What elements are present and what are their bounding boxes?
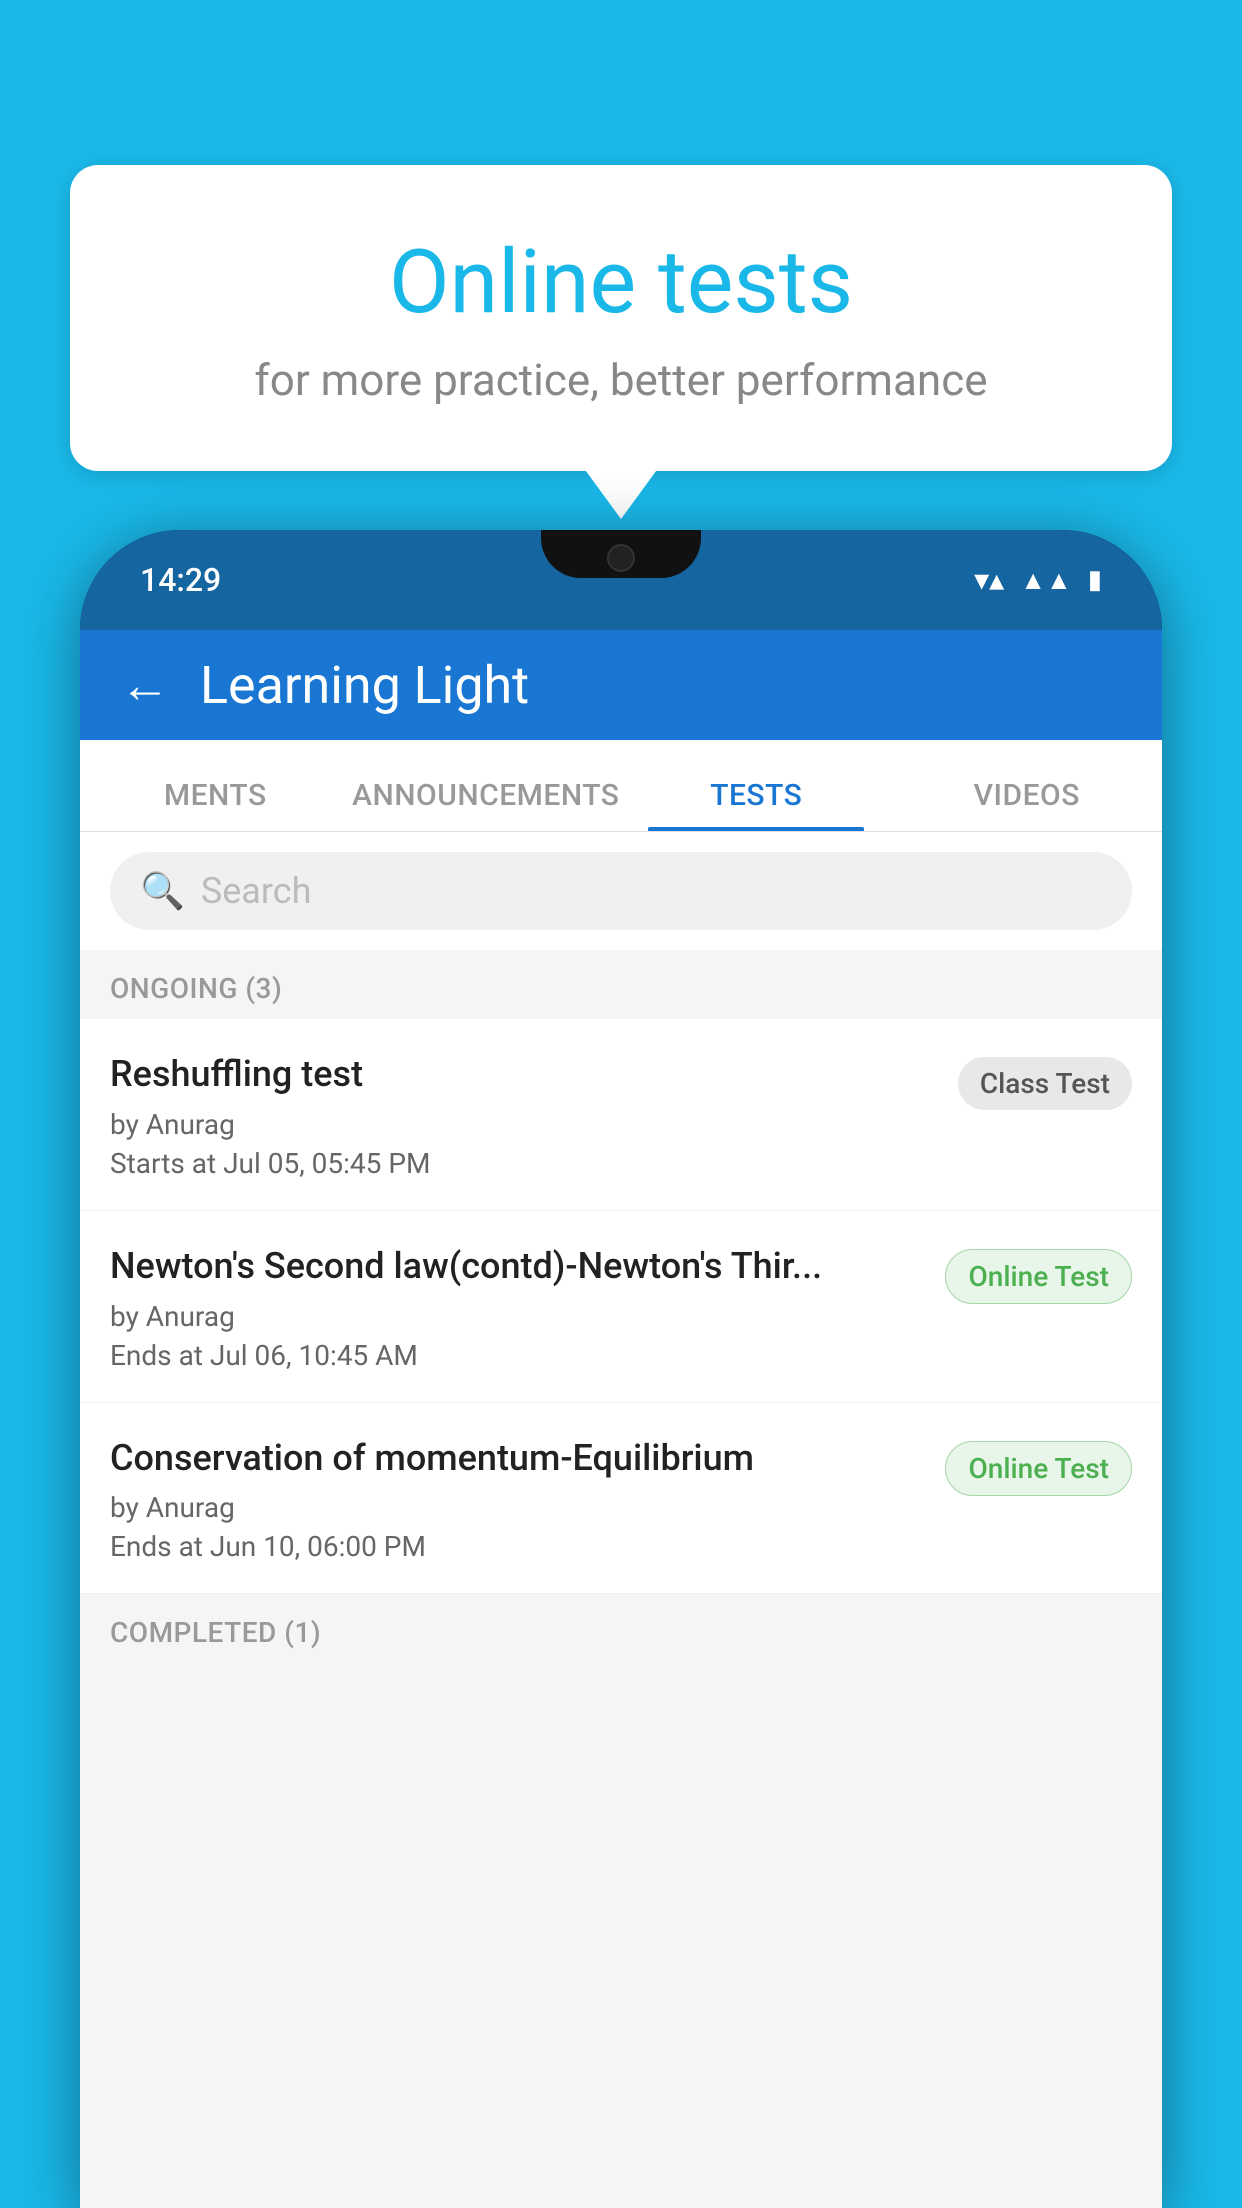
speech-bubble-container: Online tests for more practice, better p… bbox=[70, 165, 1172, 471]
completed-section-header: COMPLETED (1) bbox=[80, 1594, 1162, 1663]
phone-frame: 14:29 ▾▴ ▲▲ ▮ ← Learning Light MENTS ANN… bbox=[80, 530, 1162, 2208]
ongoing-section-header: ONGOING (3) bbox=[80, 950, 1162, 1019]
test-list: Reshuffling test by Anurag Starts at Jul… bbox=[80, 1019, 1162, 1594]
test-time: Ends at Jun 10, 06:00 PM bbox=[110, 1530, 925, 1563]
app-title: Learning Light bbox=[200, 655, 529, 716]
tab-tests[interactable]: TESTS bbox=[621, 778, 892, 831]
test-time: Starts at Jul 05, 05:45 PM bbox=[110, 1147, 938, 1180]
test-item[interactable]: Conservation of momentum-Equilibrium by … bbox=[80, 1403, 1162, 1595]
bubble-subtitle: for more practice, better performance bbox=[130, 354, 1112, 406]
speech-bubble: Online tests for more practice, better p… bbox=[70, 165, 1172, 471]
search-container: 🔍 Search bbox=[80, 832, 1162, 950]
signal-icon: ▲▲ bbox=[1020, 565, 1071, 596]
test-item[interactable]: Newton's Second law(contd)-Newton's Thir… bbox=[80, 1211, 1162, 1403]
camera bbox=[607, 544, 635, 572]
test-info: Reshuffling test by Anurag Starts at Jul… bbox=[110, 1051, 938, 1180]
test-info: Newton's Second law(contd)-Newton's Thir… bbox=[110, 1243, 925, 1372]
test-info: Conservation of momentum-Equilibrium by … bbox=[110, 1435, 925, 1564]
ongoing-title: ONGOING (3) bbox=[110, 972, 282, 1005]
test-badge-online: Online Test bbox=[945, 1249, 1132, 1304]
status-time: 14:29 bbox=[140, 561, 221, 599]
test-badge-class: Class Test bbox=[958, 1057, 1132, 1110]
test-name: Newton's Second law(contd)-Newton's Thir… bbox=[110, 1243, 925, 1290]
phone-notch bbox=[541, 530, 701, 578]
status-icons: ▾▴ ▲▲ ▮ bbox=[974, 563, 1102, 598]
test-author: by Anurag bbox=[110, 1108, 938, 1141]
tab-videos[interactable]: VIDEOS bbox=[892, 778, 1163, 831]
test-author: by Anurag bbox=[110, 1300, 925, 1333]
tab-announcements[interactable]: ANNOUNCEMENTS bbox=[351, 778, 622, 831]
test-badge-online: Online Test bbox=[945, 1441, 1132, 1496]
tabs-bar: MENTS ANNOUNCEMENTS TESTS VIDEOS bbox=[80, 740, 1162, 832]
test-item[interactable]: Reshuffling test by Anurag Starts at Jul… bbox=[80, 1019, 1162, 1211]
test-time: Ends at Jul 06, 10:45 AM bbox=[110, 1339, 925, 1372]
app-header: ← Learning Light bbox=[80, 630, 1162, 740]
test-author: by Anurag bbox=[110, 1491, 925, 1524]
bubble-title: Online tests bbox=[130, 235, 1112, 332]
test-name: Reshuffling test bbox=[110, 1051, 938, 1098]
completed-title: COMPLETED (1) bbox=[110, 1616, 321, 1649]
search-placeholder: Search bbox=[201, 870, 312, 912]
search-bar[interactable]: 🔍 Search bbox=[110, 852, 1132, 930]
status-bar: 14:29 ▾▴ ▲▲ ▮ bbox=[80, 530, 1162, 630]
search-icon: 🔍 bbox=[140, 870, 185, 912]
test-name: Conservation of momentum-Equilibrium bbox=[110, 1435, 925, 1482]
battery-icon: ▮ bbox=[1088, 565, 1102, 595]
wifi-icon: ▾▴ bbox=[974, 563, 1004, 598]
content-area: 🔍 Search ONGOING (3) Reshuffling test by… bbox=[80, 832, 1162, 2208]
back-button[interactable]: ← bbox=[120, 656, 170, 715]
tab-ments[interactable]: MENTS bbox=[80, 778, 351, 831]
